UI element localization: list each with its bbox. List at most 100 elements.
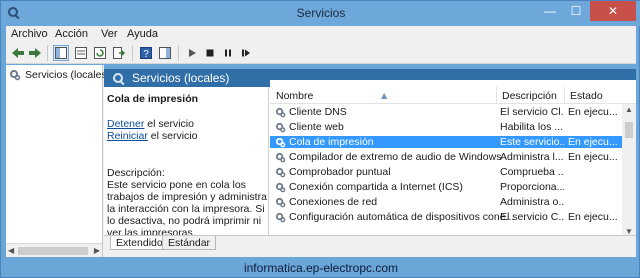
service-detail-panel: Cola de impresión Detener el servicio Re… [104,87,269,239]
toolbar-separator [178,45,179,61]
menu-archivo[interactable]: Archivo [11,28,48,40]
services-icon [113,73,125,86]
gear-icon [10,70,21,81]
service-gear-icon [275,212,286,223]
restart-service-action: Reiniciar el servicio [107,130,197,142]
stop-service-link[interactable]: Detener [107,118,144,130]
refresh-icon[interactable] [92,45,108,61]
show-hide-icon[interactable] [157,45,173,61]
tree-item-services-local[interactable]: Servicios (locales) [9,69,110,81]
service-status-cell: En ejecu... [568,211,618,223]
service-name-cell: Compilador de extremo de audio de Window… [289,151,502,163]
description-text: Este servicio pone en cola los trabajos … [107,179,267,239]
service-description-cell: Administra o... [500,196,564,208]
content-area: Servicios (locales) ◀ ▶ Servicios (local… [6,65,636,257]
service-name-cell: Cliente DNS [289,106,347,118]
column-divider[interactable] [564,87,565,104]
menu-accion[interactable]: Acción [55,28,88,40]
console-tree-icon[interactable] [53,45,69,61]
pause-icon[interactable] [220,45,236,61]
watermark-caption: informatica.ep-electropc.com [243,261,399,275]
stop-service-suffix: el servicio [144,118,194,130]
service-description-cell: Habilita los ... [500,121,564,133]
vertical-scrollbar[interactable]: ▲ ▼ [622,104,636,237]
tab-estandar[interactable]: Estándar [162,236,217,250]
horizontal-scrollbar[interactable]: ◀ ▶ [6,243,102,257]
service-description-cell: Comprueba ... [500,166,564,178]
details-pane: Servicios (locales) Cola de impresión De… [104,65,636,257]
stop-service-action: Detener el servicio [107,118,194,130]
tree-item-label: Servicios (locales) [25,69,111,81]
restart-service-link[interactable]: Reiniciar [107,130,148,142]
table-row[interactable]: Conexión compartida a Internet (ICS) Prop… [270,181,622,193]
service-name-cell: Cliente web [289,121,344,133]
back-icon[interactable] [10,45,26,61]
service-name-cell: Comprobador puntual [289,166,391,178]
help-icon[interactable]: ? [138,45,154,61]
list-header: ▲ Nombre Descripción Estado [270,87,636,104]
export-list-icon[interactable] [111,45,127,61]
service-description-cell: Administra l... [500,151,564,163]
service-gear-icon [275,122,286,133]
sort-ascending-icon: ▲ [379,90,390,102]
scroll-thumb[interactable] [625,122,633,138]
service-gear-icon [275,137,286,148]
console-tree: Servicios (locales) ◀ ▶ [6,65,110,257]
service-gear-icon [275,197,286,208]
restart-icon[interactable] [238,45,254,61]
table-row[interactable]: Compilador de extremo de audio de Window… [270,151,622,163]
menu-ver[interactable]: Ver [101,28,118,40]
table-row[interactable]: Conexiones de red Administra o... [270,196,622,208]
stop-icon[interactable] [202,45,218,61]
service-name-cell: Conexiones de red [289,196,378,208]
forward-icon[interactable] [27,45,43,61]
table-row[interactable]: Cliente DNS El servicio Cl... En ejecu... [270,106,622,118]
scroll-up-icon[interactable]: ▲ [625,105,633,114]
close-button[interactable]: ✕ [590,1,636,21]
maximize-button[interactable]: ☐ [563,1,589,21]
service-status-cell: En ejecu... [568,106,618,118]
service-description-cell: El servicio C... [500,211,564,223]
scroll-right-icon[interactable]: ▶ [94,246,100,255]
title-bar[interactable]: Servicios — ☐ ✕ [1,1,640,26]
service-gear-icon [275,182,286,193]
service-gear-icon [275,152,286,163]
properties-icon[interactable] [73,45,89,61]
service-name-cell: Conexión compartida a Internet (ICS) [289,181,463,193]
table-row[interactable]: Comprobador puntual Comprueba ... [270,166,622,178]
table-row[interactable]: Configuración automática de dispositivos… [270,211,622,223]
service-description-cell: El servicio Cl... [500,106,564,118]
scroll-left-icon[interactable]: ◀ [8,246,14,255]
view-tabs: Extendido Estándar [104,235,636,257]
pane-title: Servicios (locales) [132,71,230,85]
selected-service-name: Cola de impresión [107,93,199,105]
minimize-button[interactable]: — [537,1,563,21]
svg-text:?: ? [143,49,149,59]
toolbar-separator [132,45,133,61]
column-header-status[interactable]: Estado [570,90,603,102]
service-description-cell: Proporciona... [500,181,564,193]
column-divider[interactable] [496,87,497,104]
scroll-thumb[interactable] [18,247,88,255]
column-header-description[interactable]: Descripción [502,90,557,102]
service-gear-icon [275,167,286,178]
service-name-cell: Cola de impresión [289,136,374,148]
play-icon[interactable] [184,45,200,61]
menu-bar: Archivo Acción Ver Ayuda [6,26,636,42]
menu-ayuda[interactable]: Ayuda [127,28,158,40]
description-label: Descripción: [107,167,165,179]
services-list: ▲ Nombre Descripción Estado Cliente DNS E… [270,80,636,237]
toolbar: ? [6,42,636,64]
services-window: Servicios — ☐ ✕ Archivo Acción Ver Ayuda [0,0,640,278]
service-name-cell: Configuración automática de dispositivos… [289,211,515,223]
service-description-cell: Este servicio... [500,136,564,148]
service-status-cell: En ejecu... [568,151,618,163]
toolbar-separator [47,45,48,61]
column-header-name[interactable]: Nombre [276,90,313,102]
service-gear-icon [275,107,286,118]
service-status-cell: En ejecu... [568,136,618,148]
tab-extendido[interactable]: Extendido [110,236,169,250]
table-row[interactable]: Cliente web Habilita los ... [270,121,622,133]
table-row[interactable]: Cola de impresión Este servicio... En ejec… [270,136,622,148]
restart-service-suffix: el servicio [147,130,198,142]
